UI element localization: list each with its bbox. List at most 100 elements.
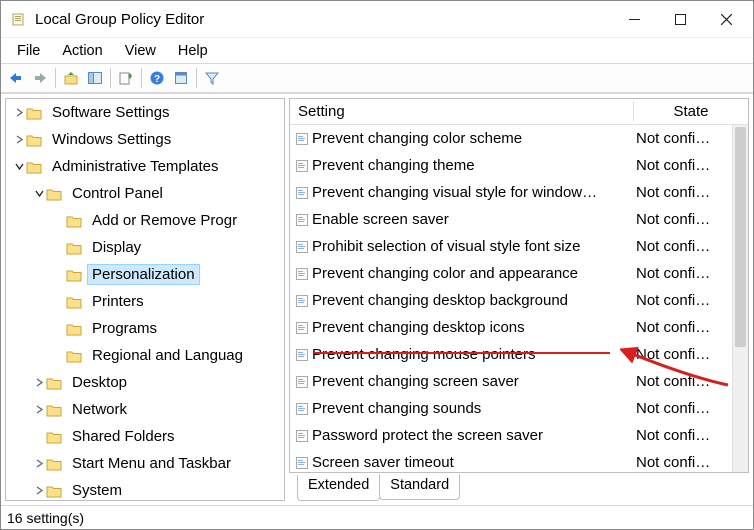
chevron-down-icon[interactable]	[12, 162, 26, 171]
tree-item-administrative-templates[interactable]: Administrative Templates	[6, 153, 284, 180]
setting-row[interactable]: Prevent changing desktop iconsNot confi…	[290, 314, 748, 341]
toolbar-separator	[141, 68, 142, 88]
tree-item-windows-settings[interactable]: Windows Settings	[6, 126, 284, 153]
setting-row[interactable]: Prevent changing desktop backgroundNot c…	[290, 287, 748, 314]
setting-row[interactable]: Screen saver timeoutNot confi…	[290, 449, 748, 472]
tree-item-label: Programs	[88, 319, 161, 338]
minimize-button[interactable]	[611, 4, 657, 34]
setting-state: Not confi…	[634, 157, 748, 174]
tree-item-software-settings[interactable]: Software Settings	[6, 99, 284, 126]
setting-row[interactable]: Prevent changing color and appearanceNot…	[290, 260, 748, 287]
tree-item-personalization[interactable]: Personalization	[6, 261, 284, 288]
tree-item-programs[interactable]: Programs	[6, 315, 284, 342]
setting-name: Prevent changing desktop icons	[312, 319, 634, 336]
view-tabs: Extended Standard	[289, 475, 749, 501]
chevron-right-icon[interactable]	[32, 405, 46, 414]
tree-item-add-or-remove-progr[interactable]: Add or Remove Progr	[6, 207, 284, 234]
setting-state: Not confi…	[634, 427, 748, 444]
chevron-right-icon[interactable]	[12, 135, 26, 144]
setting-row[interactable]: Prevent changing color schemeNot confi…	[290, 125, 748, 152]
chevron-right-icon[interactable]	[32, 459, 46, 468]
chevron-right-icon[interactable]	[32, 486, 46, 495]
folder-icon	[46, 429, 64, 445]
setting-icon	[292, 159, 312, 173]
tree-item-desktop[interactable]: Desktop	[6, 369, 284, 396]
up-button[interactable]	[60, 67, 82, 89]
annotation-underline	[314, 352, 610, 354]
tree-item-control-panel[interactable]: Control Panel	[6, 180, 284, 207]
tab-standard[interactable]: Standard	[379, 474, 460, 500]
setting-icon	[292, 456, 312, 470]
close-button[interactable]	[703, 4, 749, 34]
tree-item-display[interactable]: Display	[6, 234, 284, 261]
setting-row[interactable]: Enable screen saverNot confi…	[290, 206, 748, 233]
setting-row[interactable]: Prevent changing soundsNot confi…	[290, 395, 748, 422]
tree-item-system[interactable]: System	[6, 477, 284, 501]
menu-bar: File Action View Help	[1, 37, 753, 63]
setting-row[interactable]: Password protect the screen saverNot con…	[290, 422, 748, 449]
tree-item-label: Software Settings	[48, 103, 174, 122]
tree-item-label: Network	[68, 400, 131, 419]
tree-item-network[interactable]: Network	[6, 396, 284, 423]
folder-icon	[46, 186, 64, 202]
status-bar: 16 setting(s)	[1, 505, 753, 529]
tree-item-label: Personalization	[88, 265, 199, 284]
show-hide-tree-button[interactable]	[84, 67, 106, 89]
chevron-down-icon[interactable]	[32, 189, 46, 198]
setting-state: Not confi…	[634, 130, 748, 147]
setting-name: Prevent changing sounds	[312, 400, 634, 417]
menu-file[interactable]: File	[7, 41, 50, 61]
scrollbar-thumb[interactable]	[735, 127, 746, 347]
menu-action[interactable]: Action	[52, 41, 112, 61]
forward-button[interactable]	[29, 67, 51, 89]
setting-name: Prevent changing color and appearance	[312, 265, 634, 282]
app-icon	[11, 11, 27, 27]
tree-item-label: Display	[88, 238, 145, 257]
tree-item-label: Administrative Templates	[48, 157, 222, 176]
setting-icon	[292, 240, 312, 254]
settings-list[interactable]: Setting State Prevent changing color sch…	[289, 98, 749, 473]
back-button[interactable]	[5, 67, 27, 89]
setting-row[interactable]: Prevent changing visual style for window…	[290, 179, 748, 206]
setting-name: Prevent changing screen saver	[312, 373, 634, 390]
setting-row[interactable]: Prevent changing themeNot confi…	[290, 152, 748, 179]
filter-button[interactable]	[201, 67, 223, 89]
setting-state: Not confi…	[634, 400, 748, 417]
menu-help[interactable]: Help	[168, 41, 218, 61]
setting-icon	[292, 348, 312, 362]
folder-icon	[26, 159, 44, 175]
menu-view[interactable]: View	[115, 41, 166, 61]
setting-name: Prevent changing desktop background	[312, 292, 634, 309]
setting-icon	[292, 429, 312, 443]
chevron-right-icon[interactable]	[12, 108, 26, 117]
tree-item-label: Regional and Languag	[88, 346, 247, 365]
folder-icon	[66, 213, 84, 229]
help-button[interactable]: ?	[146, 67, 168, 89]
tree-item-printers[interactable]: Printers	[6, 288, 284, 315]
setting-state: Not confi…	[634, 184, 748, 201]
setting-row[interactable]: Prevent changing screen saverNot confi…	[290, 368, 748, 395]
setting-row[interactable]: Prevent changing mouse pointersNot confi…	[290, 341, 748, 368]
tab-extended[interactable]: Extended	[297, 475, 380, 501]
folder-icon	[46, 375, 64, 391]
setting-name: Prohibit selection of visual style font …	[312, 238, 634, 255]
chevron-right-icon[interactable]	[32, 378, 46, 387]
list-header: Setting State	[290, 99, 748, 125]
setting-state: Not confi…	[634, 211, 748, 228]
tree-item-shared-folders[interactable]: Shared Folders	[6, 423, 284, 450]
properties-button[interactable]	[170, 67, 192, 89]
export-button[interactable]	[115, 67, 137, 89]
column-state[interactable]: State	[634, 101, 748, 122]
maximize-button[interactable]	[657, 4, 703, 34]
column-setting[interactable]: Setting	[290, 101, 634, 122]
status-text: 16 setting(s)	[7, 510, 84, 526]
setting-state: Not confi…	[634, 265, 748, 282]
tree-item-start-menu-and-taskbar[interactable]: Start Menu and Taskbar	[6, 450, 284, 477]
tree-item-regional-and-languag[interactable]: Regional and Languag	[6, 342, 284, 369]
vertical-scrollbar[interactable]	[732, 125, 748, 472]
list-body: Prevent changing color schemeNot confi…P…	[290, 125, 748, 472]
setting-row[interactable]: Prohibit selection of visual style font …	[290, 233, 748, 260]
tree-item-label: System	[68, 481, 126, 500]
tree-panel[interactable]: Software Settings Windows Settings Adminis…	[5, 98, 285, 501]
tree-item-label: Windows Settings	[48, 130, 175, 149]
